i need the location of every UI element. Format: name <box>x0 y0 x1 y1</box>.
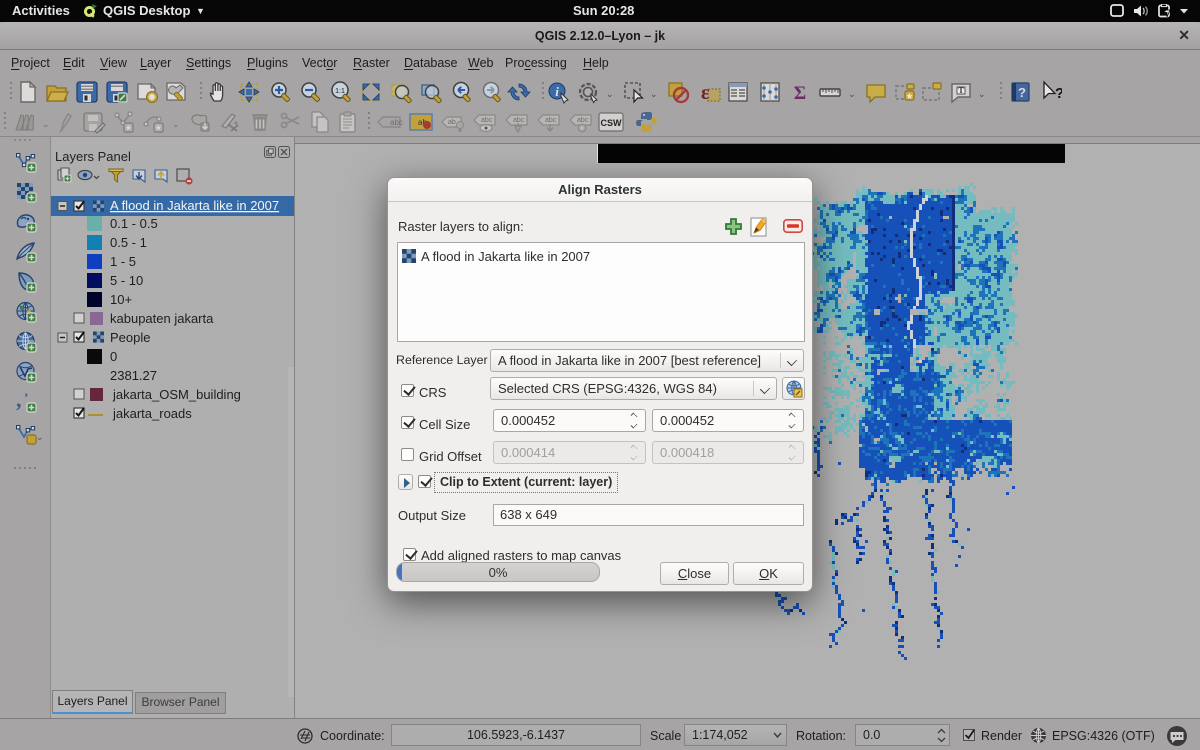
svg-text:2381.27: 2381.27 <box>110 368 157 383</box>
svg-text:abc: abc <box>577 117 589 124</box>
svg-text:CSW: CSW <box>601 118 623 128</box>
svg-text:1 - 5: 1 - 5 <box>110 254 136 269</box>
svg-text:,: , <box>16 390 22 412</box>
svg-text:abc: abc <box>545 117 557 124</box>
svg-text:A flood in Jakarta like in 200: A flood in Jakarta like in 2007 <box>110 198 279 213</box>
svg-text:jakarta_roads: jakarta_roads <box>112 406 192 421</box>
svg-text:T: T <box>958 86 964 95</box>
svg-text:Σ: Σ <box>794 83 806 104</box>
svg-text:0.5 - 1: 0.5 - 1 <box>110 235 147 250</box>
svg-text:abc: abc <box>513 117 525 124</box>
svg-text:People: People <box>110 330 150 345</box>
svg-text:?: ? <box>1018 85 1026 100</box>
svg-text:0.1 - 0.5: 0.1 - 0.5 <box>110 216 158 231</box>
svg-text:1:1: 1:1 <box>335 88 345 95</box>
svg-text:jakarta_OSM_building: jakarta_OSM_building <box>112 387 241 402</box>
svg-text:abc: abc <box>481 117 493 124</box>
svg-text:abc: abc <box>390 118 403 127</box>
svg-text:i: i <box>555 84 559 99</box>
svg-text:5 - 10: 5 - 10 <box>110 273 143 288</box>
svg-text:kabupaten jakarta: kabupaten jakarta <box>110 311 214 326</box>
svg-text:ε: ε <box>701 82 710 104</box>
svg-text:ab: ab <box>448 119 456 126</box>
svg-text:?: ? <box>1055 85 1062 102</box>
svg-text:0: 0 <box>110 349 117 364</box>
svg-text:10+: 10+ <box>110 292 132 307</box>
